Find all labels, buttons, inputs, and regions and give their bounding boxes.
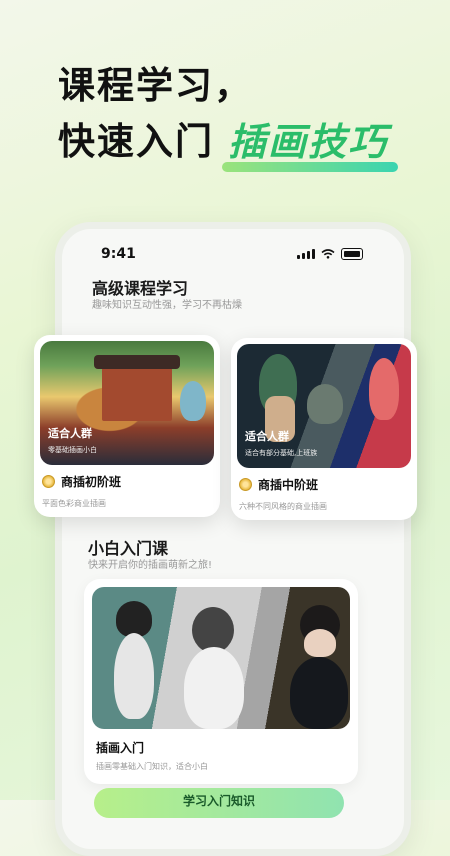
card-description: 六种不同风格的商业插画 [239,502,327,511]
course-card-image [92,587,350,729]
signal-icon [297,249,315,259]
medal-icon [42,475,55,488]
start-learning-button[interactable]: 学习入门知识 [94,788,344,818]
headline-accent: 插画技巧 [221,120,399,172]
course-card-image: 适合人群 零基础插画小白 [40,341,214,465]
card-audience-tag: 适合人群 [48,427,92,440]
battery-icon [341,248,363,260]
card-audience-tag: 适合人群 [245,430,289,443]
card-description: 平面色彩商业插画 [42,499,106,508]
promo-headline: 课程学习， 快速入门 插画技巧 [58,62,399,172]
course-card-intro[interactable]: 插画入门 插画零基础入门知识，适合小白 [84,579,358,784]
beginner-section-subtitle: 快来开启你的插画萌新之旅! [88,560,213,571]
course-card-image: 适合人群 适合有部分基础,上班族 [237,344,411,468]
card-title: 商插中阶班 [258,478,319,492]
wifi-icon [321,249,335,259]
headline-line1: 课程学习， [58,64,253,107]
card-title: 商插初阶班 [61,475,122,489]
headline-line2-prefix: 快速入门 [58,120,214,163]
card-description: 插画零基础入门知识，适合小白 [96,762,208,771]
card-audience-sub: 适合有部分基础,上班族 [245,449,318,457]
status-icons [297,248,363,260]
headline-line2: 快速入门 插画技巧 [58,118,399,172]
card-audience-sub: 零基础插画小白 [48,446,97,454]
course-card-beginner-commercial[interactable]: 适合人群 零基础插画小白 商插初阶班 平面色彩商业插画 [34,335,220,517]
advanced-section-subtitle: 趣味知识互动性强，学习不再枯燥 [92,300,242,311]
course-card-intermediate-commercial[interactable]: 适合人群 适合有部分基础,上班族 商插中阶班 六种不同风格的商业插画 [231,338,417,520]
card-title-row: 商插中阶班 [239,476,318,493]
status-bar: 9:41 [101,246,363,262]
status-time: 9:41 [101,246,136,262]
card-title-row: 商插初阶班 [42,473,121,490]
card-title: 插画入门 [96,741,145,755]
medal-icon [239,478,252,491]
